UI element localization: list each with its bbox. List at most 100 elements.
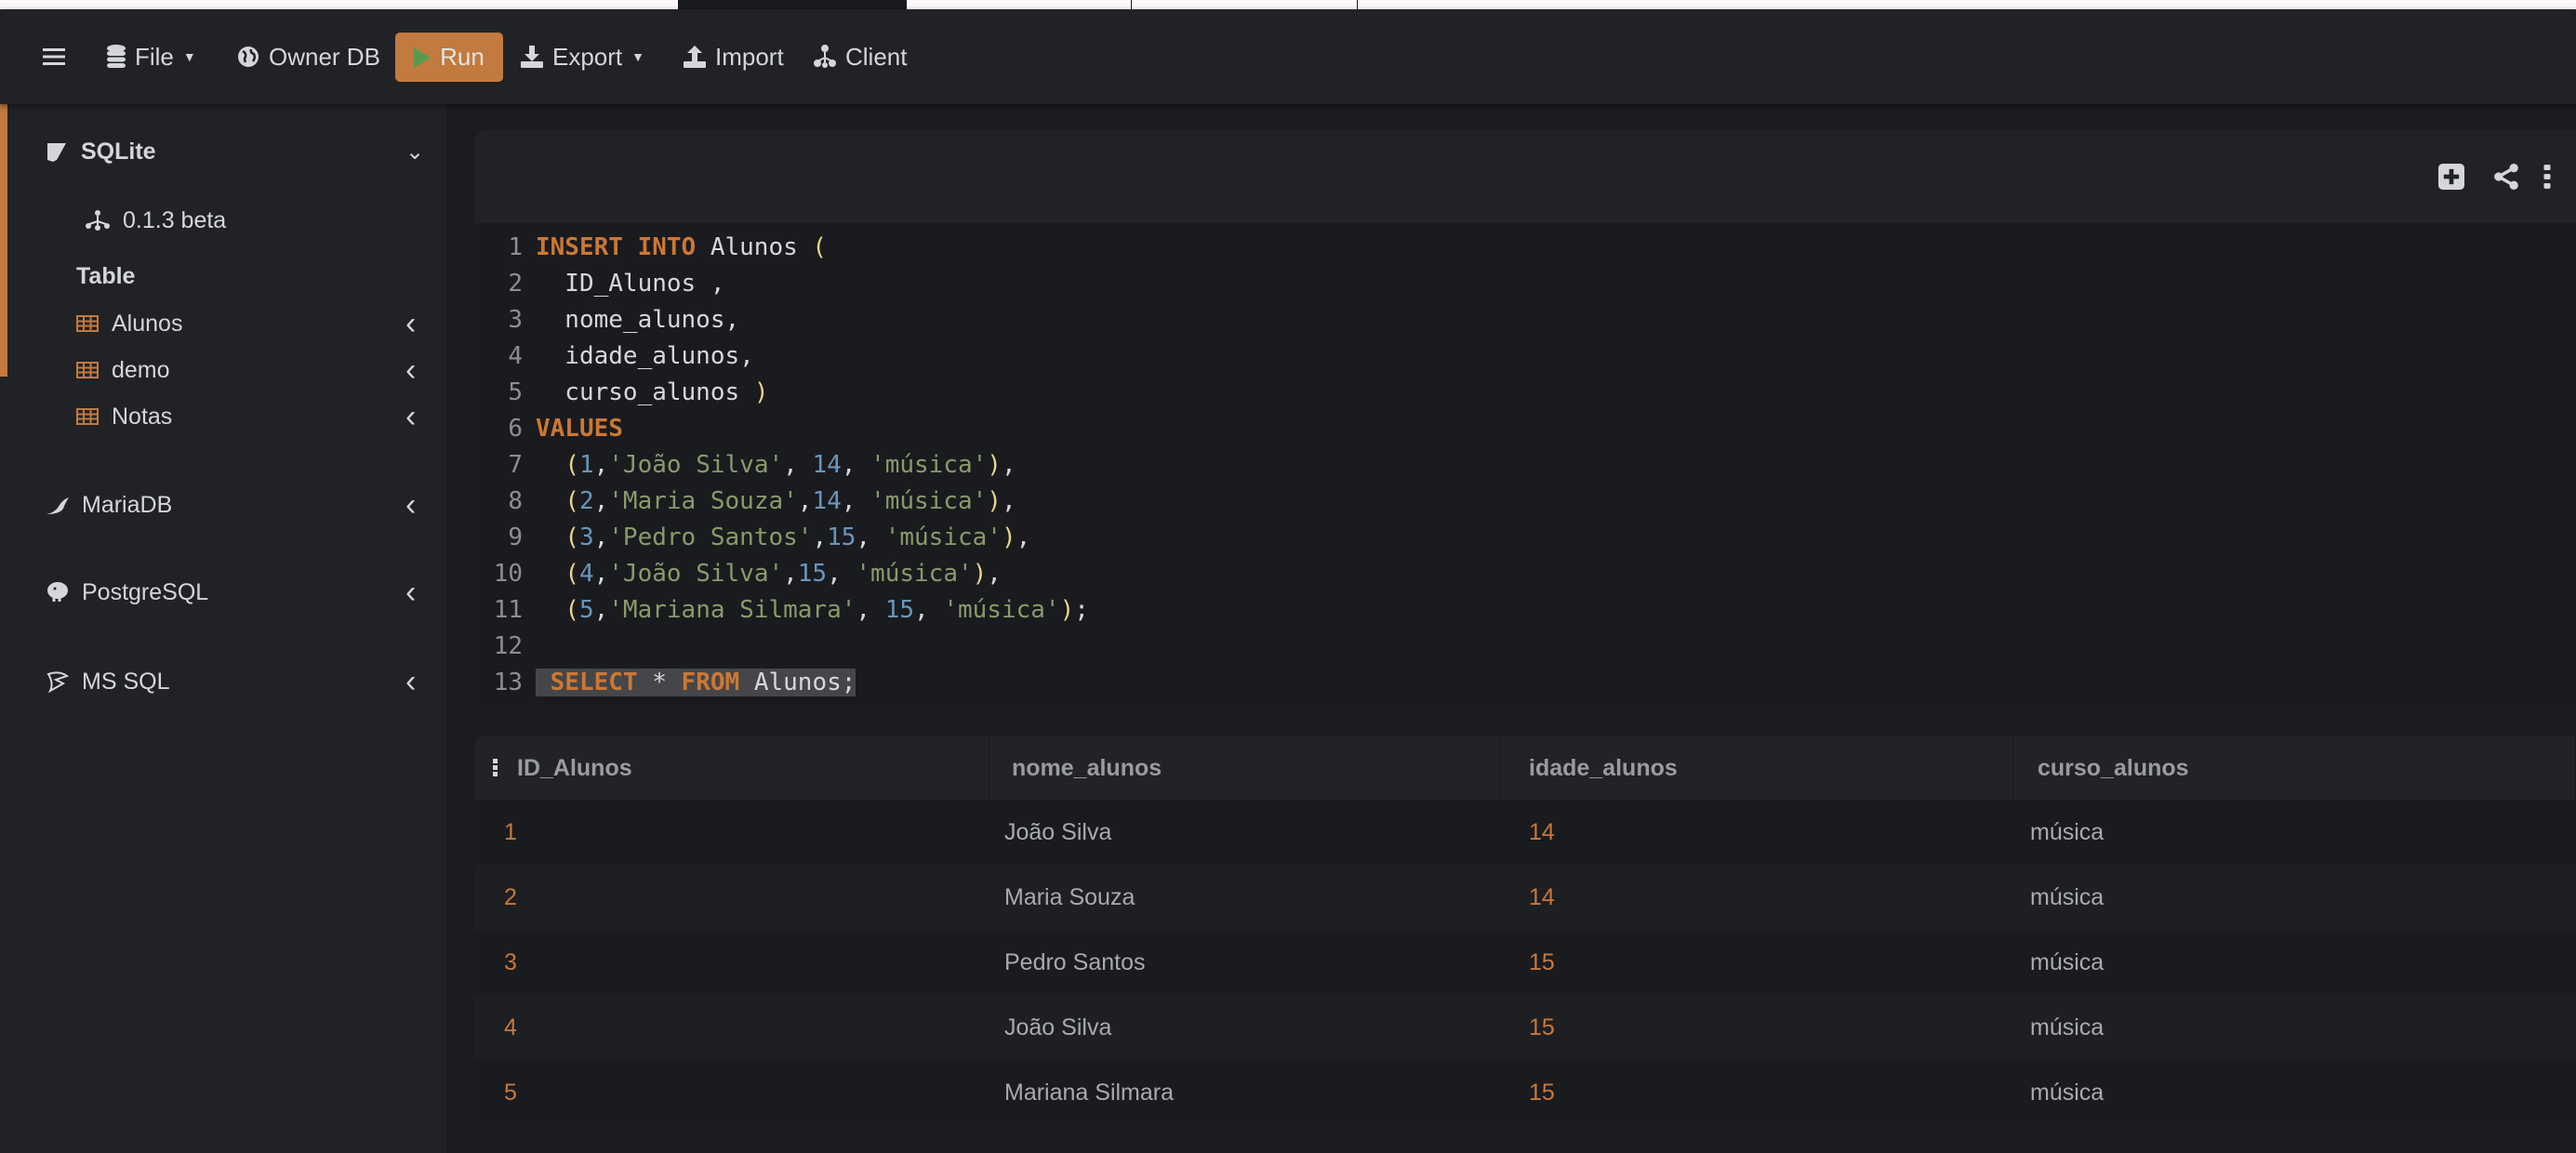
sidebar-item-mariadb[interactable]: MariaDB bbox=[46, 486, 172, 523]
table-cell[interactable]: música bbox=[2013, 800, 2576, 865]
export-menu[interactable]: Export ▼ bbox=[521, 9, 644, 104]
code-line: 13 SELECT * FROM Alunos; bbox=[474, 664, 2576, 700]
table-cell[interactable]: música bbox=[2013, 865, 2576, 930]
sidebar-item-ms-sql[interactable]: MS SQL bbox=[46, 663, 169, 700]
table-cell[interactable]: 15 bbox=[1501, 995, 2013, 1060]
sqlite-feather-icon bbox=[47, 143, 66, 162]
share-icon[interactable] bbox=[2493, 164, 2519, 190]
code-line: 11 (5,'Mariana Silmara', 15, 'música'); bbox=[474, 591, 2576, 628]
table-row[interactable]: 2 Maria Souza 14 música bbox=[474, 865, 2576, 930]
code-token-par: ) bbox=[987, 486, 1002, 515]
code-token-txt: Alunos; bbox=[739, 668, 856, 696]
sidebar-table-demo[interactable]: demo bbox=[76, 351, 170, 389]
sidebar-item-label: PostgreSQL bbox=[82, 578, 209, 605]
line-number: 4 bbox=[508, 341, 523, 370]
export-label: Export bbox=[552, 42, 623, 71]
table-cell[interactable]: 4 bbox=[474, 995, 989, 1060]
code-token-par: ( bbox=[564, 523, 579, 551]
column-header-label: curso_alunos bbox=[2038, 754, 2189, 781]
table-cell[interactable]: 2 bbox=[474, 865, 989, 930]
table-row[interactable]: 5 Mariana Silmara 15 música bbox=[474, 1060, 2576, 1125]
sidebar-item-postgresql[interactable]: PostgreSQL bbox=[46, 574, 208, 611]
line-number: 2 bbox=[508, 269, 523, 298]
column-menu-icon[interactable] bbox=[493, 759, 498, 777]
table-icon bbox=[76, 362, 99, 378]
column-header-label: nome_alunos bbox=[1012, 754, 1162, 781]
table-cell[interactable]: música bbox=[2013, 1060, 2576, 1125]
code-token-txt: * bbox=[637, 668, 682, 696]
code-token-num: 2 bbox=[578, 486, 594, 515]
table-row[interactable]: 4 João Silva 15 música bbox=[474, 995, 2576, 1060]
column-header-idade_alunos[interactable]: idade_alunos bbox=[1501, 736, 2013, 800]
import-button[interactable]: Import bbox=[684, 9, 784, 104]
chevron-left-icon[interactable]: ‹ bbox=[405, 663, 416, 700]
table-row[interactable]: 1 João Silva 14 música bbox=[474, 800, 2576, 865]
sidebar-table-alunos[interactable]: Alunos bbox=[76, 305, 182, 342]
menu-button[interactable] bbox=[43, 9, 65, 104]
sidebar-item-label: MariaDB bbox=[82, 491, 173, 518]
table-cell[interactable]: 3 bbox=[474, 930, 989, 995]
chevron-down-icon[interactable]: ⌄ bbox=[405, 133, 424, 170]
table-cell[interactable]: música bbox=[2013, 930, 2576, 995]
sidebar-item-label: MS SQL bbox=[82, 668, 170, 695]
chevron-left-icon[interactable]: ‹ bbox=[405, 574, 416, 611]
code-line: 8 (2,'Maria Souza',14, 'música'), bbox=[474, 483, 2576, 519]
code-text: INSERT INTO Alunos ( bbox=[536, 233, 827, 261]
table-cell[interactable]: Mariana Silmara bbox=[989, 1060, 1501, 1125]
table-row[interactable]: 3 Pedro Santos 15 música bbox=[474, 930, 2576, 995]
code-token-num: 15 bbox=[797, 559, 828, 588]
code-text: (3,'Pedro Santos',15, 'música'), bbox=[536, 523, 1030, 551]
owner-db-label: Owner DB bbox=[269, 42, 380, 71]
file-menu[interactable]: File ▼ bbox=[107, 9, 196, 104]
sidebar-item-label: demo bbox=[112, 356, 170, 383]
code-token-txt: , bbox=[827, 559, 856, 588]
mariadb-seal-icon bbox=[46, 497, 69, 514]
column-header-id_alunos[interactable]: ID_Alunos bbox=[474, 736, 989, 800]
code-token-kw: SELECT bbox=[550, 668, 638, 696]
code-token-txt: , bbox=[841, 450, 871, 479]
code-text: (5,'Mariana Silmara', 15, 'música'); bbox=[536, 596, 1089, 624]
code-token-txt: , bbox=[841, 486, 871, 515]
run-button[interactable]: Run bbox=[395, 33, 503, 82]
code-token-txt: nome_alunos, bbox=[536, 305, 740, 334]
code-line: 12 bbox=[474, 628, 2576, 664]
code-token-str: 'música' bbox=[943, 595, 1060, 624]
code-token-num: 1 bbox=[578, 450, 594, 479]
chevron-left-icon[interactable]: ‹ bbox=[405, 398, 416, 435]
sidebar-item-sqlite[interactable]: SQLite bbox=[47, 133, 156, 170]
chevron-left-icon[interactable]: ‹ bbox=[405, 486, 416, 523]
code-token-txt: , bbox=[1001, 450, 1016, 479]
network-icon bbox=[814, 45, 836, 68]
sql-editor[interactable]: 1 INSERT INTO Alunos (2 ID_Alunos ,3 nome… bbox=[474, 223, 2576, 707]
postgresql-elephant-icon bbox=[47, 582, 68, 602]
table-cell[interactable]: 5 bbox=[474, 1060, 989, 1125]
add-tab-icon[interactable] bbox=[2438, 164, 2464, 190]
table-cell[interactable]: 14 bbox=[1501, 865, 2013, 930]
chevron-left-icon[interactable]: ‹ bbox=[405, 305, 416, 342]
client-button[interactable]: Client bbox=[814, 9, 907, 104]
file-label: File bbox=[135, 42, 174, 71]
table-cell[interactable]: João Silva bbox=[989, 800, 1501, 865]
table-cell[interactable]: Maria Souza bbox=[989, 865, 1501, 930]
column-header-curso_alunos[interactable]: curso_alunos bbox=[2013, 736, 2576, 800]
table-cell[interactable]: Pedro Santos bbox=[989, 930, 1501, 995]
code-token-txt: , bbox=[593, 595, 609, 624]
code-token-str: 'Pedro Santos' bbox=[608, 523, 813, 551]
mssql-icon bbox=[46, 671, 69, 693]
table-cell[interactable]: 14 bbox=[1501, 800, 2013, 865]
column-header-nome_alunos[interactable]: nome_alunos bbox=[989, 736, 1501, 800]
client-label: Client bbox=[845, 42, 908, 71]
table-cell[interactable]: 1 bbox=[474, 800, 989, 865]
code-token-txt: curso_alunos bbox=[536, 378, 754, 406]
hamburger-icon bbox=[43, 48, 65, 65]
owner-db-button[interactable]: Owner DB bbox=[237, 9, 380, 104]
chevron-left-icon[interactable]: ‹ bbox=[405, 351, 416, 389]
sidebar-table-notas[interactable]: Notas bbox=[76, 398, 172, 435]
table-cell[interactable]: João Silva bbox=[989, 995, 1501, 1060]
table-cell[interactable]: música bbox=[2013, 995, 2576, 1060]
more-vertical-icon[interactable] bbox=[2541, 164, 2554, 190]
table-cell[interactable]: 15 bbox=[1501, 930, 2013, 995]
table-heading-label: Table bbox=[76, 262, 136, 289]
table-cell[interactable]: 15 bbox=[1501, 1060, 2013, 1125]
code-token-str: 'música' bbox=[870, 486, 988, 515]
